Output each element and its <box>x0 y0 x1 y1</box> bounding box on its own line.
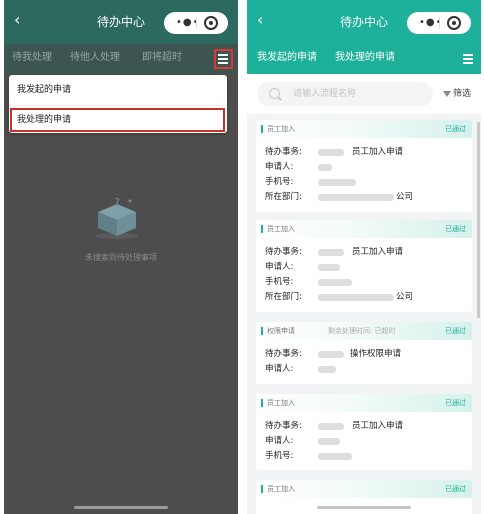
application-card[interactable]: 员工加入 已通过 待办事务: 员工加入申请 申请人: 手机号: <box>256 394 472 470</box>
dropdown-item-initiated[interactable]: 我发起的申请 <box>9 77 227 103</box>
card-type: 权限申请 <box>267 327 295 335</box>
row-label: 申请人: <box>265 436 294 446</box>
row-label: 手机号: <box>265 177 294 187</box>
blurred-value <box>318 194 394 201</box>
card-header: 员工加入 已通过 <box>256 480 472 498</box>
card-accent-bar <box>261 399 263 407</box>
blurred-value <box>318 249 344 256</box>
row-value: 公司 <box>396 292 414 302</box>
application-card[interactable]: 员工加入 已通过 待办事务: 员工加入申请 申请人: 手机号: 所在部门: 公司 <box>256 220 472 312</box>
card-type: 员工加入 <box>267 399 295 407</box>
filter-button[interactable]: 筛选 <box>443 88 471 100</box>
nav-bar: ‹ 待办中心 •●• <box>4 0 238 44</box>
blurred-value <box>318 366 336 373</box>
card-header: 员工加入 已通过 <box>256 120 472 138</box>
capsule-divider <box>439 17 440 29</box>
dropdown-highlight-box <box>10 108 225 132</box>
blurred-value <box>318 351 344 358</box>
mini-program-capsule[interactable]: •●• <box>164 12 228 34</box>
blurred-value <box>318 294 394 301</box>
row-label: 待办事务: <box>265 247 302 257</box>
empty-box-icon: ? <box>95 196 139 239</box>
application-card[interactable]: 权限申请 剩余处理时间: 已超时 已通过 待办事务: 操作权限申请 申请人: <box>256 322 472 384</box>
card-header: 权限申请 剩余处理时间: 已超时 已通过 <box>256 322 472 340</box>
card-time-remaining: 剩余处理时间: 已超时 <box>328 327 396 335</box>
mini-program-capsule[interactable]: •●• <box>407 12 471 34</box>
row-label: 待办事务: <box>265 421 302 431</box>
row-value: 操作权限申请 <box>350 349 402 359</box>
search-area: 请输入流程名称 筛选 <box>247 74 481 114</box>
home-indicator <box>74 506 168 509</box>
row-label: 手机号: <box>265 451 294 461</box>
row-label: 申请人: <box>265 364 294 374</box>
record-icon[interactable] <box>447 16 461 30</box>
search-icon <box>269 88 280 99</box>
menu-icon[interactable] <box>461 52 475 66</box>
status-badge: 已通过 <box>445 399 466 407</box>
capsule-divider <box>196 17 197 29</box>
tab-bar: 待我处理 待他人处理 即将超时 <box>4 44 238 74</box>
card-accent-bar <box>261 485 263 493</box>
tab-near-timeout[interactable]: 即将超时 <box>142 51 182 65</box>
filter-label: 筛选 <box>453 89 472 99</box>
blurred-value <box>318 438 340 445</box>
dropdown-divider <box>9 105 227 106</box>
card-header: 员工加入 已通过 <box>256 394 472 412</box>
dropdown-menu: 我发起的申请 我处理的申请 <box>9 75 227 133</box>
row-label: 申请人: <box>265 262 294 272</box>
home-indicator <box>317 506 411 509</box>
row-label: 所在部门: <box>265 192 302 202</box>
row-value: 员工加入申请 <box>352 421 404 431</box>
search-input[interactable]: 请输入流程名称 <box>257 82 433 106</box>
status-badge: 已通过 <box>445 225 466 233</box>
row-label: 待办事务: <box>265 147 302 157</box>
screenshot-canvas: ‹ 待办中心 •●• 待我处理 待他人处理 即将超时 我发起的申请 我处理的申请 <box>0 0 484 514</box>
filter-icon <box>443 90 451 97</box>
card-type: 员工加入 <box>267 225 295 233</box>
left-phone-screen: ‹ 待办中心 •●• 待我处理 待他人处理 即将超时 我发起的申请 我处理的申请 <box>4 0 238 514</box>
blurred-value <box>318 264 340 271</box>
blurred-value <box>318 423 344 430</box>
row-label: 手机号: <box>265 277 294 287</box>
tab-bar: 我发起的申请 我处理的申请 <box>247 44 481 74</box>
card-type: 员工加入 <box>267 125 295 133</box>
svg-text:?: ? <box>114 196 120 209</box>
card-accent-bar <box>261 327 263 335</box>
tab-others-pending[interactable]: 待他人处理 <box>70 51 120 65</box>
tab-initiated[interactable]: 我发起的申请 <box>257 51 317 65</box>
application-card[interactable]: 员工加入 已通过 待办事务: 员工加入申请 申请人: 手机号: 所在部门: 公司 <box>256 120 472 212</box>
blurred-value <box>318 279 352 286</box>
record-icon[interactable] <box>204 16 218 30</box>
search-placeholder: 请输入流程名称 <box>293 89 357 99</box>
status-badge: 已通过 <box>445 125 466 133</box>
card-header: 员工加入 已通过 <box>256 220 472 238</box>
row-value: 公司 <box>396 192 414 202</box>
tab-my-pending[interactable]: 待我处理 <box>12 51 52 65</box>
right-phone-screen: ‹ 待办中心 •●• 我发起的申请 我处理的申请 请输入流程名称 筛选 员工加入… <box>247 0 481 514</box>
scrollbar[interactable] <box>477 122 480 318</box>
row-label: 申请人: <box>265 162 294 172</box>
menu-highlight-box <box>214 49 233 69</box>
row-label: 所在部门: <box>265 292 302 302</box>
empty-state-text: 未搜索到待处理事项 <box>85 253 157 262</box>
blurred-value <box>318 149 344 156</box>
card-type: 员工加入 <box>267 485 295 493</box>
row-value: 员工加入申请 <box>352 247 404 257</box>
nav-bar: ‹ 待办中心 •●• <box>247 0 481 44</box>
blurred-value <box>318 453 352 460</box>
status-badge: 已通过 <box>445 485 466 493</box>
status-badge: 已通过 <box>445 327 466 335</box>
blurred-value <box>318 164 332 171</box>
card-accent-bar <box>261 225 263 233</box>
row-label: 待办事务: <box>265 349 302 359</box>
blurred-value <box>318 179 356 186</box>
card-accent-bar <box>261 125 263 133</box>
tab-processed[interactable]: 我处理的申请 <box>335 51 395 65</box>
row-value: 员工加入申请 <box>352 147 404 157</box>
